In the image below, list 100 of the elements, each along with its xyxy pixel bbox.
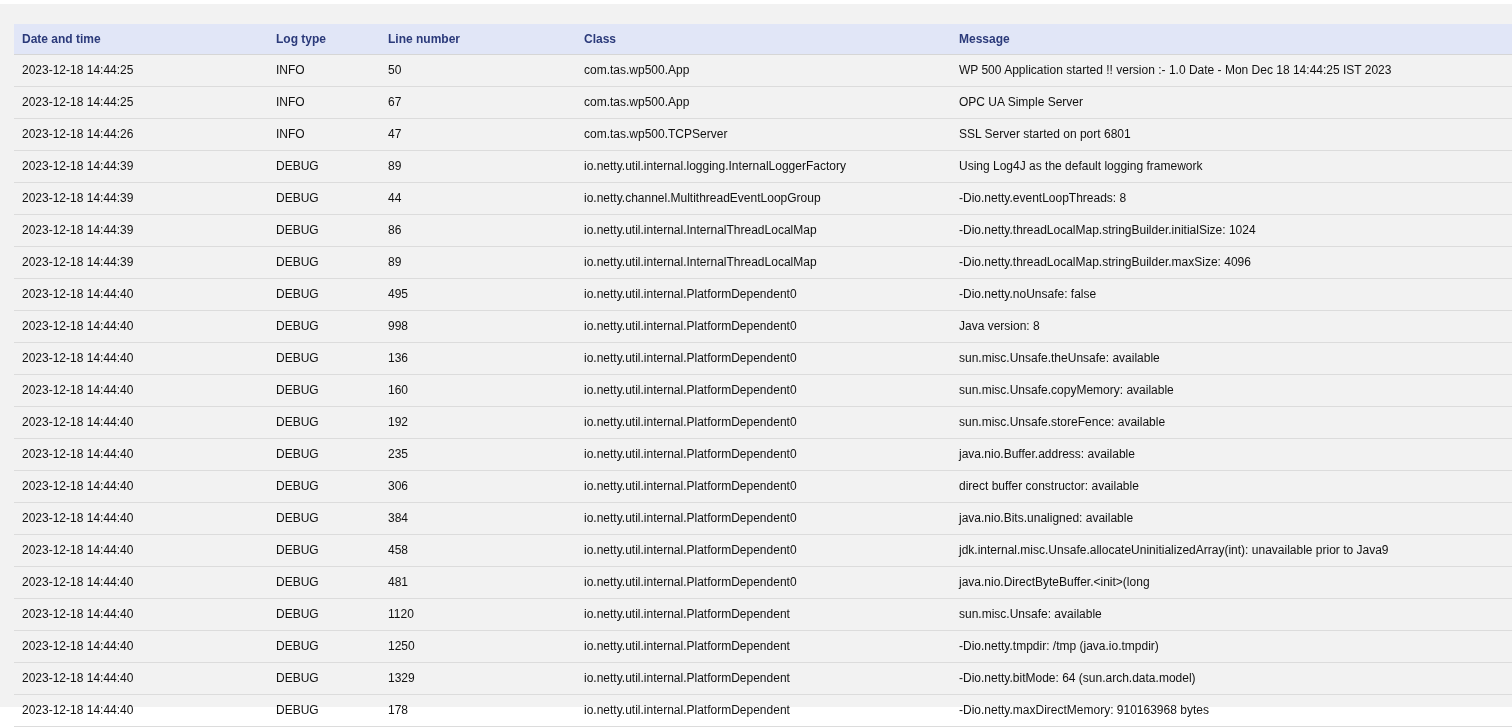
table-cell: sun.misc.Unsafe.storeFence: available <box>951 406 1512 438</box>
table-cell: 2023-12-18 14:44:25 <box>14 54 268 86</box>
table-cell: 2023-12-18 14:44:39 <box>14 214 268 246</box>
table-cell: -Dio.netty.tmpdir: /tmp (java.io.tmpdir) <box>951 630 1512 662</box>
table-cell: SSL Server started on port 6801 <box>951 118 1512 150</box>
table-cell: 2023-12-18 14:44:40 <box>14 534 268 566</box>
table-cell: io.netty.util.internal.PlatformDependent0 <box>576 374 951 406</box>
table-cell: DEBUG <box>268 694 380 726</box>
table-cell: sun.misc.Unsafe.theUnsafe: available <box>951 342 1512 374</box>
table-cell: 2023-12-18 14:44:39 <box>14 150 268 182</box>
table-cell: 44 <box>380 182 576 214</box>
table-cell: DEBUG <box>268 630 380 662</box>
table-cell: 2023-12-18 14:44:40 <box>14 502 268 534</box>
column-header: Log type <box>268 24 380 54</box>
table-cell: io.netty.util.internal.logging.InternalLoggerFactory <box>576 150 951 182</box>
table-cell: DEBUG <box>268 502 380 534</box>
table-cell: 235 <box>380 438 576 470</box>
table-cell: DEBUG <box>268 534 380 566</box>
table-cell: 2023-12-18 14:44:39 <box>14 246 268 278</box>
table-cell: io.netty.util.internal.PlatformDependent0 <box>576 278 951 310</box>
table-cell: 50 <box>380 54 576 86</box>
table-cell: Using Log4J as the default logging framework <box>951 150 1512 182</box>
table-cell: DEBUG <box>268 342 380 374</box>
table-cell: WP 500 Application started !! version :- 1.0 Date - Mon Dec 18 14:44:25 IST 2023 <box>951 54 1512 86</box>
table-cell: 2023-12-18 14:44:40 <box>14 278 268 310</box>
table-cell: java.nio.Bits.unaligned: available <box>951 502 1512 534</box>
table-cell: DEBUG <box>268 182 380 214</box>
table-cell: DEBUG <box>268 310 380 342</box>
table-cell: 2023-12-18 14:44:40 <box>14 310 268 342</box>
table-cell: 2023-12-18 14:44:40 <box>14 630 268 662</box>
table-cell: io.netty.util.internal.PlatformDependent0 <box>576 438 951 470</box>
table-cell: 306 <box>380 470 576 502</box>
table-cell: sun.misc.Unsafe: available <box>951 598 1512 630</box>
table-cell: 192 <box>380 406 576 438</box>
table-cell: 89 <box>380 150 576 182</box>
table-cell: sun.misc.Unsafe.copyMemory: available <box>951 374 1512 406</box>
table-cell: io.netty.util.internal.PlatformDependent <box>576 694 951 726</box>
table-cell: 2023-12-18 14:44:40 <box>14 438 268 470</box>
table-cell: 2023-12-18 14:44:40 <box>14 406 268 438</box>
table-cell: 481 <box>380 566 576 598</box>
table-cell: com.tas.wp500.TCPServer <box>576 118 951 150</box>
table-cell: 998 <box>380 310 576 342</box>
table-cell: -Dio.netty.maxDirectMemory: 910163968 bytes <box>951 694 1512 726</box>
table-cell: Java version: 8 <box>951 310 1512 342</box>
table-cell: 2023-12-18 14:44:40 <box>14 470 268 502</box>
table-cell: 2023-12-18 14:44:25 <box>14 86 268 118</box>
column-header: Line number <box>380 24 576 54</box>
table-cell: com.tas.wp500.App <box>576 54 951 86</box>
table-cell: INFO <box>268 54 380 86</box>
table-cell: -Dio.netty.threadLocalMap.stringBuilder.initialSize: 1024 <box>951 214 1512 246</box>
table-cell: 495 <box>380 278 576 310</box>
table-cell: DEBUG <box>268 150 380 182</box>
table-cell: 2023-12-18 14:44:40 <box>14 662 268 694</box>
table-cell: 2023-12-18 14:44:39 <box>14 182 268 214</box>
table-cell: io.netty.util.internal.PlatformDependent <box>576 662 951 694</box>
column-header: Message <box>951 24 1512 54</box>
table-cell: com.tas.wp500.App <box>576 86 951 118</box>
table-cell: INFO <box>268 118 380 150</box>
table-cell: DEBUG <box>268 406 380 438</box>
table-cell: DEBUG <box>268 598 380 630</box>
table-cell: 2023-12-18 14:44:40 <box>14 342 268 374</box>
table-cell: io.netty.util.internal.PlatformDependent0 <box>576 470 951 502</box>
column-header: Date and time <box>14 24 268 54</box>
table-cell: 2023-12-18 14:44:40 <box>14 374 268 406</box>
table-cell: java.nio.DirectByteBuffer.<init>(long <box>951 566 1512 598</box>
table-cell: io.netty.util.internal.PlatformDependent <box>576 630 951 662</box>
table-cell: 86 <box>380 214 576 246</box>
table-cell: 2023-12-18 14:44:40 <box>14 694 268 726</box>
table-cell: io.netty.util.internal.PlatformDependent0 <box>576 310 951 342</box>
table-cell: -Dio.netty.bitMode: 64 (sun.arch.data.model) <box>951 662 1512 694</box>
column-header: Class <box>576 24 951 54</box>
table-cell: -Dio.netty.eventLoopThreads: 8 <box>951 182 1512 214</box>
table-cell: io.netty.util.internal.PlatformDependent0 <box>576 406 951 438</box>
table-cell: 2023-12-18 14:44:40 <box>14 598 268 630</box>
table-cell: DEBUG <box>268 438 380 470</box>
table-cell: 2023-12-18 14:44:26 <box>14 118 268 150</box>
table-cell: DEBUG <box>268 246 380 278</box>
table-cell: 67 <box>380 86 576 118</box>
table-cell: direct buffer constructor: available <box>951 470 1512 502</box>
table-cell: io.netty.util.internal.PlatformDependent <box>576 598 951 630</box>
table-cell: 160 <box>380 374 576 406</box>
table-cell: -Dio.netty.noUnsafe: false <box>951 278 1512 310</box>
table-cell: DEBUG <box>268 214 380 246</box>
table-cell: DEBUG <box>268 278 380 310</box>
table-cell: DEBUG <box>268 374 380 406</box>
table-cell: io.netty.util.internal.InternalThreadLocalMap <box>576 214 951 246</box>
table-cell: DEBUG <box>268 470 380 502</box>
table-cell: 1120 <box>380 598 576 630</box>
table-cell: jdk.internal.misc.Unsafe.allocateUninitializedArray(int): unavailable prior to Java9 <box>951 534 1512 566</box>
table-cell: 89 <box>380 246 576 278</box>
table-cell: 458 <box>380 534 576 566</box>
table-cell: 2023-12-18 14:44:40 <box>14 566 268 598</box>
table-cell: 384 <box>380 502 576 534</box>
table-cell: DEBUG <box>268 662 380 694</box>
table-cell: io.netty.util.internal.PlatformDependent0 <box>576 566 951 598</box>
table-cell: 136 <box>380 342 576 374</box>
table-cell: 1329 <box>380 662 576 694</box>
table-cell: 1250 <box>380 630 576 662</box>
table-cell: io.netty.util.internal.PlatformDependent0 <box>576 342 951 374</box>
table-cell: DEBUG <box>268 566 380 598</box>
